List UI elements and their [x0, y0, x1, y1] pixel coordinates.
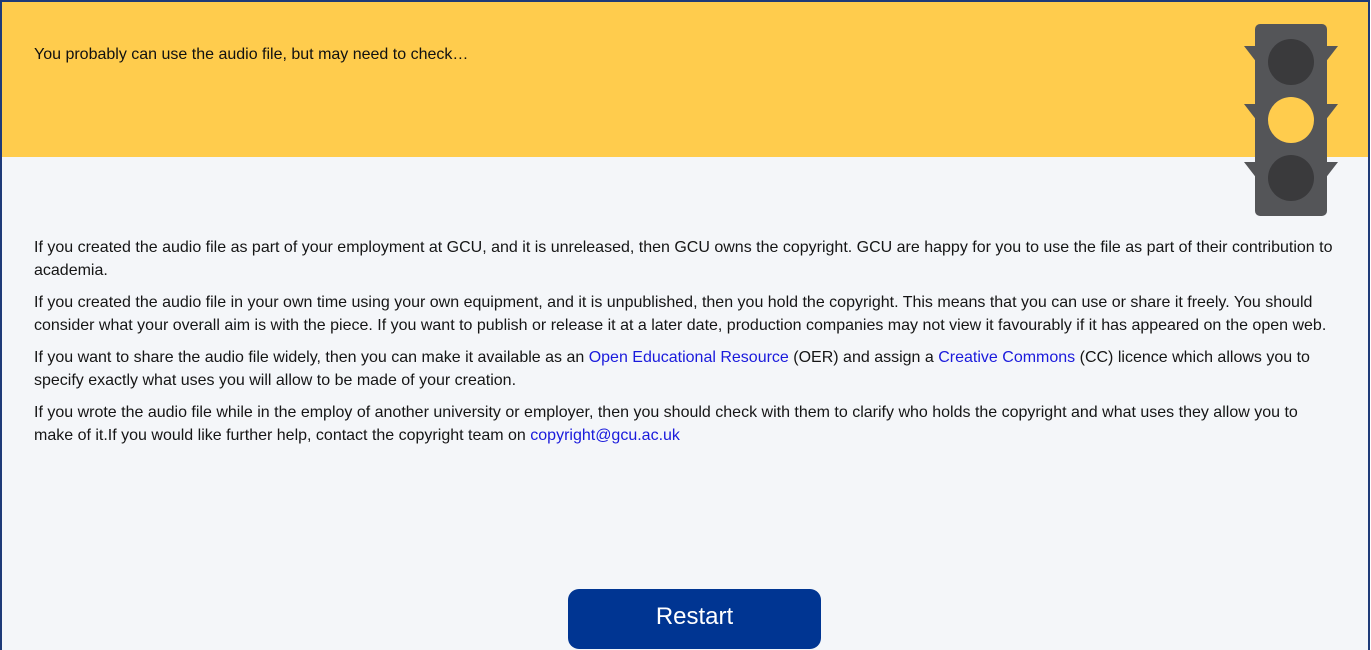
restart-button[interactable]: Restart [568, 589, 821, 649]
red-lamp [1268, 39, 1314, 85]
share-text-1: If you want to share the audio file wide… [34, 349, 589, 366]
result-banner: You probably can use the audio file, but… [2, 2, 1368, 157]
amber-lamp [1268, 97, 1314, 143]
result-message: You probably can use the audio file, but… [34, 46, 469, 63]
other-employer-paragraph: If you wrote the audio file while in the… [34, 401, 1334, 447]
traffic-light-amber-icon [1244, 24, 1338, 216]
creative-commons-link[interactable]: Creative Commons [938, 349, 1075, 366]
share-widely-paragraph: If you want to share the audio file wide… [34, 346, 1334, 392]
copyright-email-link[interactable]: copyright@gcu.ac.uk [530, 427, 680, 444]
employment-paragraph: If you created the audio file as part of… [34, 239, 1333, 279]
oer-link[interactable]: Open Educational Resource [589, 349, 789, 366]
green-lamp [1268, 155, 1314, 201]
share-text-2: (OER) and assign a [788, 349, 939, 366]
result-panel: You probably can use the audio file, but… [0, 0, 1370, 650]
own-time-paragraph: If you created the audio file in your ow… [34, 294, 1327, 334]
result-content: If you created the audio file as part of… [34, 236, 1334, 456]
